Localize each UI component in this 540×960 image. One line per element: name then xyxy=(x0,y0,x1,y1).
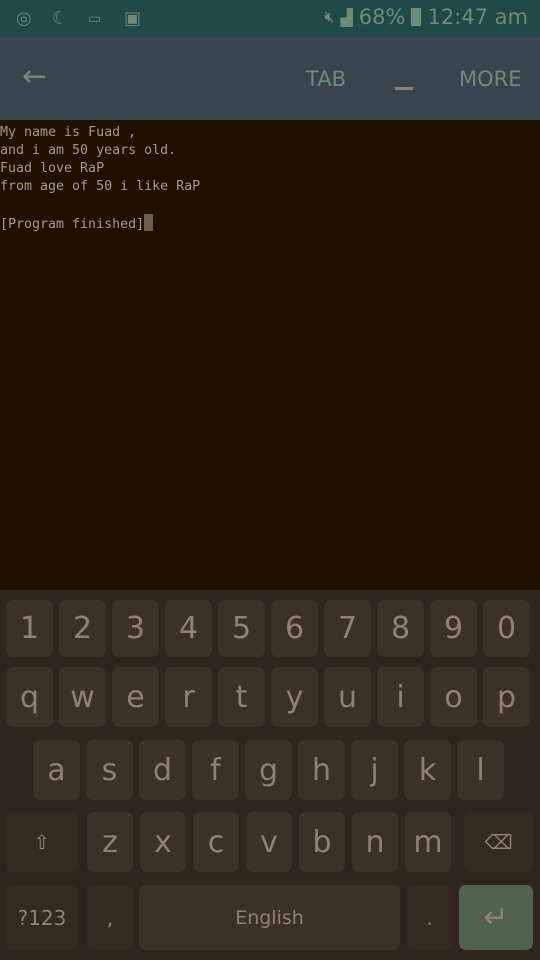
toolbar: ← TAB MORE xyxy=(0,37,540,120)
key-6[interactable]: 6 xyxy=(271,600,318,657)
terminal-line: and i am 50 years old. xyxy=(0,143,177,158)
night-mode-icon: ☾ xyxy=(52,8,69,29)
key-4[interactable]: 4 xyxy=(165,600,212,657)
enter-key[interactable]: ↵ xyxy=(459,885,533,950)
comma-key[interactable]: , xyxy=(87,885,133,950)
shift-key[interactable]: ⇧ xyxy=(6,812,78,872)
symbols-key[interactable]: ?123 xyxy=(6,885,78,950)
key-2[interactable]: 2 xyxy=(59,600,106,657)
key-h[interactable]: h xyxy=(298,740,345,800)
key-7[interactable]: 7 xyxy=(324,600,371,657)
underscore-button[interactable] xyxy=(395,87,413,90)
cursor xyxy=(144,214,154,231)
key-0[interactable]: 0 xyxy=(483,600,530,657)
key-w[interactable]: w xyxy=(59,667,106,727)
key-9[interactable]: 9 xyxy=(430,600,477,657)
key-q[interactable]: q xyxy=(6,667,53,727)
terminal-line: My name is Fuad , xyxy=(0,125,137,140)
backspace-key[interactable]: ⌫ xyxy=(464,812,533,872)
key-r[interactable]: r xyxy=(165,667,212,727)
signal-icon: ▟ xyxy=(340,7,353,27)
space-key[interactable]: English xyxy=(139,885,400,950)
clock: 12:47 am xyxy=(427,5,528,29)
key-3[interactable]: 3 xyxy=(112,600,159,657)
key-p[interactable]: p xyxy=(483,667,530,727)
battery-percent: 68% xyxy=(358,5,406,29)
image-icon: ▣ xyxy=(124,8,142,29)
keyboard: 1 2 3 4 5 6 7 8 9 0 q w e r t y u i o p a s d f g h j k l ⇧ z x c v b n m ⌫ ?1… xyxy=(0,590,540,960)
key-z[interactable]: z xyxy=(87,812,133,872)
key-m[interactable]: m xyxy=(405,812,451,872)
key-8[interactable]: 8 xyxy=(377,600,424,657)
key-a[interactable]: a xyxy=(33,740,80,800)
key-j[interactable]: j xyxy=(351,740,398,800)
status-bar: ◎ ☾ ▭ ▣ 🔇︎ ▟ 68% 12:47 am xyxy=(0,0,540,37)
key-l[interactable]: l xyxy=(457,740,504,800)
battery-icon xyxy=(411,8,422,26)
key-e[interactable]: e xyxy=(112,667,159,727)
backspace-icon: ⌫ xyxy=(484,830,513,854)
terminal-line: from age of 50 i like RaP xyxy=(0,179,201,194)
terminal-output[interactable]: My name is Fuad , and i am 50 years old.… xyxy=(0,120,540,590)
key-n[interactable]: n xyxy=(352,812,398,872)
key-s[interactable]: s xyxy=(86,740,133,800)
key-v[interactable]: v xyxy=(246,812,292,872)
key-t[interactable]: t xyxy=(218,667,265,727)
key-c[interactable]: c xyxy=(193,812,239,872)
music-icon: ◎ xyxy=(16,8,32,29)
key-k[interactable]: k xyxy=(404,740,451,800)
keyboard-icon: ▭ xyxy=(88,11,102,27)
terminal-line: Fuad love RaP xyxy=(0,161,105,176)
terminal-line: [Program finished] xyxy=(0,217,145,232)
tab-button[interactable]: TAB xyxy=(306,67,346,91)
arrow-left-icon[interactable]: ← xyxy=(22,59,47,94)
period-key[interactable]: . xyxy=(407,885,452,950)
key-1[interactable]: 1 xyxy=(6,600,53,657)
enter-icon: ↵ xyxy=(483,900,509,935)
shift-icon: ⇧ xyxy=(33,830,51,854)
key-o[interactable]: o xyxy=(430,667,477,727)
key-d[interactable]: d xyxy=(139,740,186,800)
key-5[interactable]: 5 xyxy=(218,600,265,657)
key-i[interactable]: i xyxy=(377,667,424,727)
key-g[interactable]: g xyxy=(245,740,292,800)
key-f[interactable]: f xyxy=(192,740,239,800)
more-button[interactable]: MORE xyxy=(459,67,522,91)
mute-icon: 🔇︎ xyxy=(324,7,335,26)
key-x[interactable]: x xyxy=(140,812,186,872)
key-b[interactable]: b xyxy=(299,812,345,872)
key-y[interactable]: y xyxy=(271,667,318,727)
key-u[interactable]: u xyxy=(324,667,371,727)
